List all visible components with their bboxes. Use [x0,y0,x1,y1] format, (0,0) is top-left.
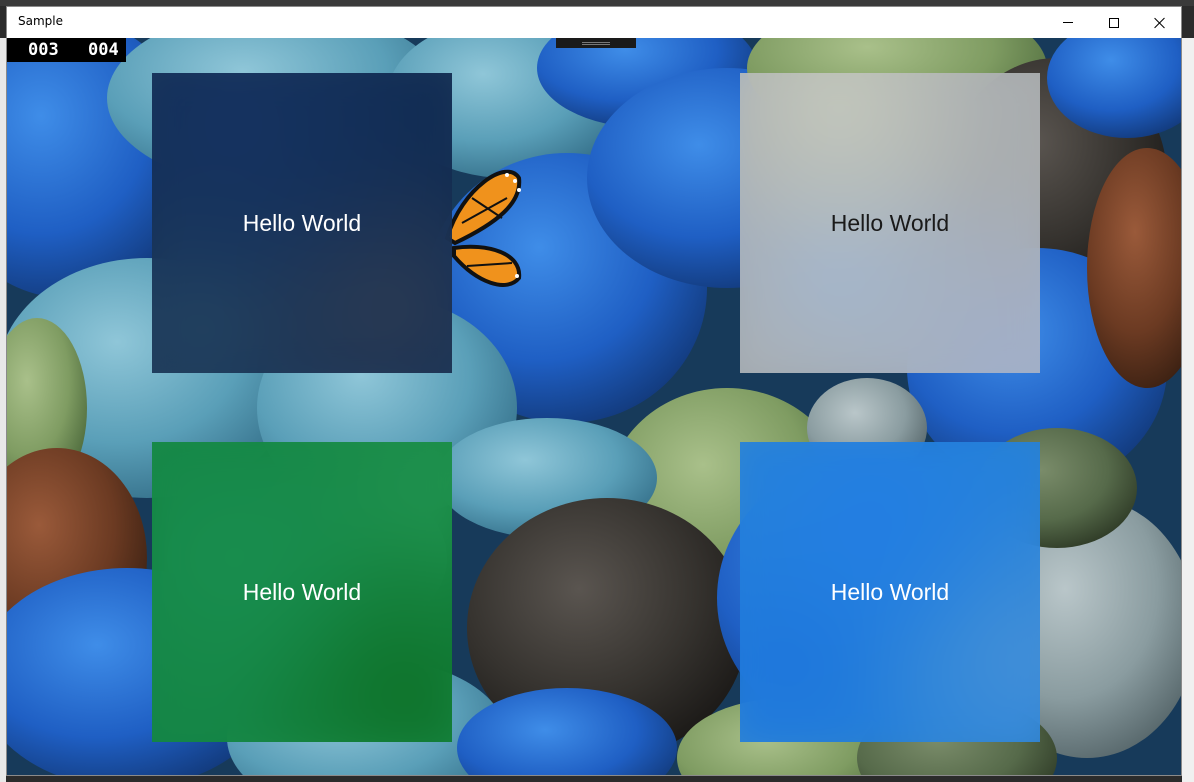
close-button[interactable] [1137,7,1181,38]
minimize-button[interactable] [1045,7,1091,38]
frame-rate-counter: 003 004 [7,38,126,62]
window-title: Sample [18,14,63,28]
content-area: 003 004 Hello World Hello World Hello Wo… [7,38,1181,775]
tile-label: Hello World [830,209,950,236]
title-bar[interactable]: Sample [7,7,1181,38]
tile-label: Hello World [242,209,362,236]
acrylic-tile-light: Hello World [740,73,1040,373]
close-icon [1154,17,1166,29]
minimize-icon [1063,22,1073,23]
toolbar-drag-handle[interactable] [556,38,636,48]
acrylic-tile-green: Hello World [152,442,452,742]
tile-label: Hello World [830,578,950,605]
app-window: Sample 003 004 Hello World Hello World H… [6,6,1182,776]
background-app-right-edge [1182,38,1194,782]
tile-label: Hello World [242,578,362,605]
frame-counter-left: 003 [28,40,59,60]
acrylic-tile-blue: Hello World [740,442,1040,742]
maximize-icon [1109,17,1119,28]
maximize-button[interactable] [1091,7,1137,38]
acrylic-tile-dark: Hello World [152,73,452,373]
frame-counter-right: 004 [88,40,119,60]
